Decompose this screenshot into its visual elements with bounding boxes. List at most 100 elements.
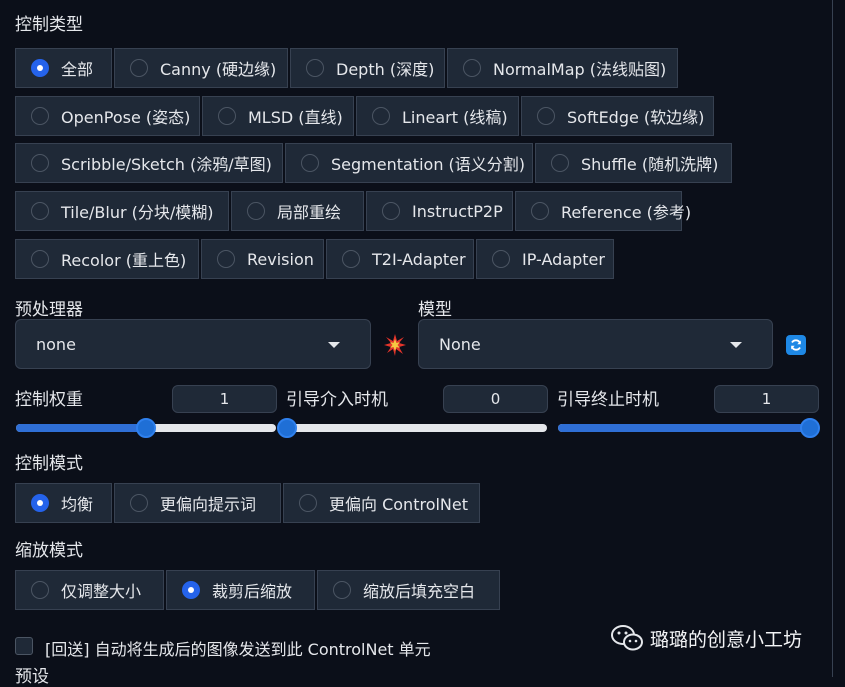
control-type-option-lineart[interactable]: Lineart (线稿)	[356, 96, 519, 136]
option-label: Recolor (重上色)	[61, 251, 187, 270]
control-type-option-recolor[interactable]: Recolor (重上色)	[15, 239, 199, 279]
option-label: 缩放后填充空白	[363, 582, 476, 601]
radio-icon	[342, 250, 360, 268]
option-label: T2I-Adapter	[372, 249, 466, 269]
control-type-option-all[interactable]: 全部	[15, 48, 112, 88]
model-label: 模型	[418, 300, 452, 320]
control-type-option-normalmap[interactable]: NormalMap (法线贴图)	[447, 48, 678, 88]
radio-icon	[492, 250, 510, 268]
option-label: 更偏向 ControlNet	[329, 495, 469, 514]
radio-icon	[130, 59, 148, 77]
radio-icon	[306, 59, 324, 77]
presets-label: 预设	[15, 667, 49, 687]
control-mode-option-balanced[interactable]: 均衡	[15, 483, 112, 523]
option-label: 仅调整大小	[61, 582, 142, 601]
control-type-option-tile[interactable]: Tile/Blur (分块/模糊)	[15, 191, 229, 231]
radio-icon	[31, 581, 49, 599]
option-label: 均衡	[61, 495, 94, 514]
watermark: 璐璐的创意小工坊	[610, 624, 802, 652]
resize-mode-option-just-resize[interactable]: 仅调整大小	[15, 570, 164, 610]
control-type-option-softedge[interactable]: SoftEdge (软边缘)	[521, 96, 714, 136]
option-label: 裁剪后缩放	[212, 582, 293, 601]
control-mode-option-controlnet[interactable]: 更偏向 ControlNet	[283, 483, 480, 523]
control-type-row-2: OpenPose (姿态) MLSD (直线) Lineart (线稿) Sof…	[15, 96, 716, 136]
control-type-option-depth[interactable]: Depth (深度)	[290, 48, 445, 88]
option-label: SoftEdge (软边缘)	[567, 108, 705, 127]
option-label: 局部重绘	[277, 203, 342, 222]
control-mode-options: 均衡 更偏向提示词 更偏向 ControlNet	[15, 483, 482, 523]
option-label: 更偏向提示词	[160, 495, 257, 514]
control-type-option-revision[interactable]: Revision	[201, 239, 324, 279]
control-type-option-segmentation[interactable]: Segmentation (语义分割)	[285, 143, 533, 183]
radio-icon	[130, 494, 148, 512]
slider-handle[interactable]	[136, 418, 156, 438]
radio-icon	[333, 581, 351, 599]
guidance-end-input[interactable]: 1	[714, 385, 819, 413]
control-weight-input[interactable]: 1	[172, 385, 277, 413]
option-label: MLSD (直线)	[248, 108, 343, 127]
guidance-end-slider[interactable]	[558, 418, 820, 438]
radio-icon	[463, 59, 481, 77]
radio-icon	[531, 202, 549, 220]
option-label: Segmentation (语义分割)	[331, 155, 526, 174]
control-type-option-t2i-adapter[interactable]: T2I-Adapter	[326, 239, 474, 279]
radio-selected-icon	[182, 581, 200, 599]
guidance-start-slider[interactable]	[277, 418, 547, 438]
resize-mode-options: 仅调整大小 裁剪后缩放 缩放后填充空白	[15, 570, 502, 610]
radio-icon	[299, 494, 317, 512]
resize-mode-label: 缩放模式	[15, 541, 83, 561]
radio-icon	[537, 107, 555, 125]
radio-icon	[31, 154, 49, 172]
control-type-option-mlsd[interactable]: MLSD (直线)	[202, 96, 354, 136]
control-type-row-5: Recolor (重上色) Revision T2I-Adapter IP-Ad…	[15, 239, 616, 279]
radio-icon	[301, 154, 319, 172]
option-label: Lineart (线稿)	[402, 108, 508, 127]
control-type-option-instructp2p[interactable]: InstructP2P	[366, 191, 513, 231]
loopback-checkbox[interactable]	[15, 637, 33, 655]
control-type-option-ip-adapter[interactable]: IP-Adapter	[476, 239, 614, 279]
radio-selected-icon	[31, 494, 49, 512]
model-value: None	[439, 334, 481, 354]
control-mode-option-prompt[interactable]: 更偏向提示词	[114, 483, 281, 523]
option-label: Reference (参考)	[561, 203, 692, 222]
resize-mode-option-resize-fill[interactable]: 缩放后填充空白	[317, 570, 500, 610]
preprocessor-dropdown[interactable]: none	[15, 319, 371, 369]
refresh-icon[interactable]	[786, 335, 806, 355]
radio-icon	[31, 250, 49, 268]
control-type-option-shuffle[interactable]: Shuffle (随机洗牌)	[535, 143, 732, 183]
model-dropdown[interactable]: None	[418, 319, 773, 369]
slider-handle[interactable]	[800, 418, 820, 438]
radio-icon	[372, 107, 390, 125]
guidance-start-input[interactable]: 0	[443, 385, 548, 413]
option-label: Scribble/Sketch (涂鸦/草图)	[61, 155, 272, 174]
control-type-option-canny[interactable]: Canny (硬边缘)	[114, 48, 288, 88]
control-weight-slider[interactable]	[16, 418, 276, 438]
radio-icon	[551, 154, 569, 172]
option-label: Tile/Blur (分块/模糊)	[61, 203, 214, 222]
control-mode-label: 控制模式	[15, 454, 83, 474]
control-type-label: 控制类型	[15, 15, 83, 35]
control-type-option-scribble[interactable]: Scribble/Sketch (涂鸦/草图)	[15, 143, 283, 183]
option-label: OpenPose (姿态)	[61, 108, 191, 127]
loopback-label: [回送] 自动将生成后的图像发送到此 ControlNet 单元	[45, 640, 431, 659]
control-type-option-inpaint[interactable]: 局部重绘	[231, 191, 364, 231]
control-type-option-reference[interactable]: Reference (参考)	[515, 191, 691, 231]
radio-icon	[31, 107, 49, 125]
guidance-start-label: 引导介入时机	[286, 390, 388, 410]
slider-handle[interactable]	[277, 418, 297, 438]
slider-fill	[16, 424, 146, 432]
option-label: Shuffle (随机洗牌)	[581, 155, 719, 174]
radio-icon	[247, 202, 265, 220]
resize-mode-option-crop-resize[interactable]: 裁剪后缩放	[166, 570, 315, 610]
control-weight-label: 控制权重	[15, 390, 83, 410]
radio-icon	[382, 202, 400, 220]
explosion-icon[interactable]	[383, 333, 407, 357]
option-label: Depth (深度)	[336, 60, 435, 79]
option-label: InstructP2P	[412, 201, 503, 221]
radio-icon	[217, 250, 235, 268]
chevron-down-icon	[328, 342, 340, 348]
option-label: Revision	[247, 249, 314, 269]
panel-divider	[832, 0, 833, 677]
radio-icon	[218, 107, 236, 125]
control-type-option-openpose[interactable]: OpenPose (姿态)	[15, 96, 200, 136]
